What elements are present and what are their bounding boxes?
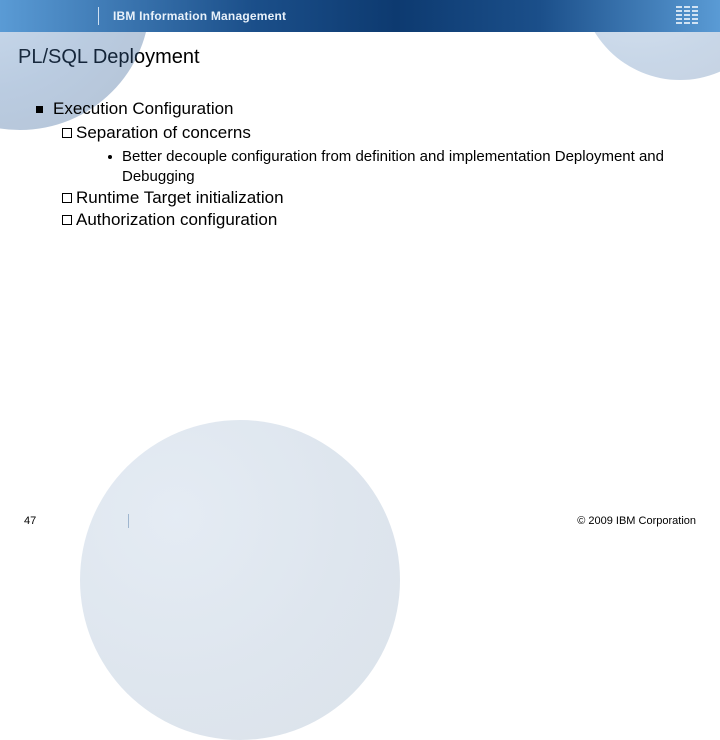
bullet-level1: Execution Configuration — [36, 99, 690, 119]
bullet-level3: Better decouple configuration from defin… — [108, 147, 690, 186]
slide-header: IBM Information Management — [0, 0, 720, 32]
slide-footer: 47 © 2009 IBM Corporation — [0, 514, 720, 528]
footer-left: 47 — [0, 514, 129, 528]
bullet-l3a-text: Better decouple configuration from defin… — [122, 147, 690, 186]
box-bullet-icon — [62, 128, 72, 138]
slide-body: Execution Configuration Separation of co… — [0, 69, 720, 230]
copyright-text: © 2009 IBM Corporation — [577, 515, 696, 527]
header-brand: IBM Information Management — [113, 9, 286, 23]
bullet-level2: Runtime Target initialization — [62, 188, 690, 208]
bullet-l2a-text: Separation of concerns — [76, 123, 251, 143]
bg-orb-bottom — [80, 420, 400, 740]
footer-divider — [128, 514, 129, 528]
dot-bullet-icon — [108, 155, 112, 159]
bullet-level2: Authorization configuration — [62, 210, 690, 230]
bullet-l2b-text: Runtime Target initialization — [76, 188, 284, 208]
slide-title: PL/SQL Deployment — [18, 46, 720, 69]
bullet-l2c-text: Authorization configuration — [76, 210, 277, 230]
square-bullet-icon — [36, 106, 43, 113]
box-bullet-icon — [62, 193, 72, 203]
ibm-logo-icon — [676, 6, 698, 24]
bullet-level2: Separation of concerns — [62, 123, 690, 143]
header-divider — [98, 7, 99, 25]
box-bullet-icon — [62, 215, 72, 225]
page-number: 47 — [24, 515, 36, 527]
bullet-l1-text: Execution Configuration — [53, 99, 234, 119]
